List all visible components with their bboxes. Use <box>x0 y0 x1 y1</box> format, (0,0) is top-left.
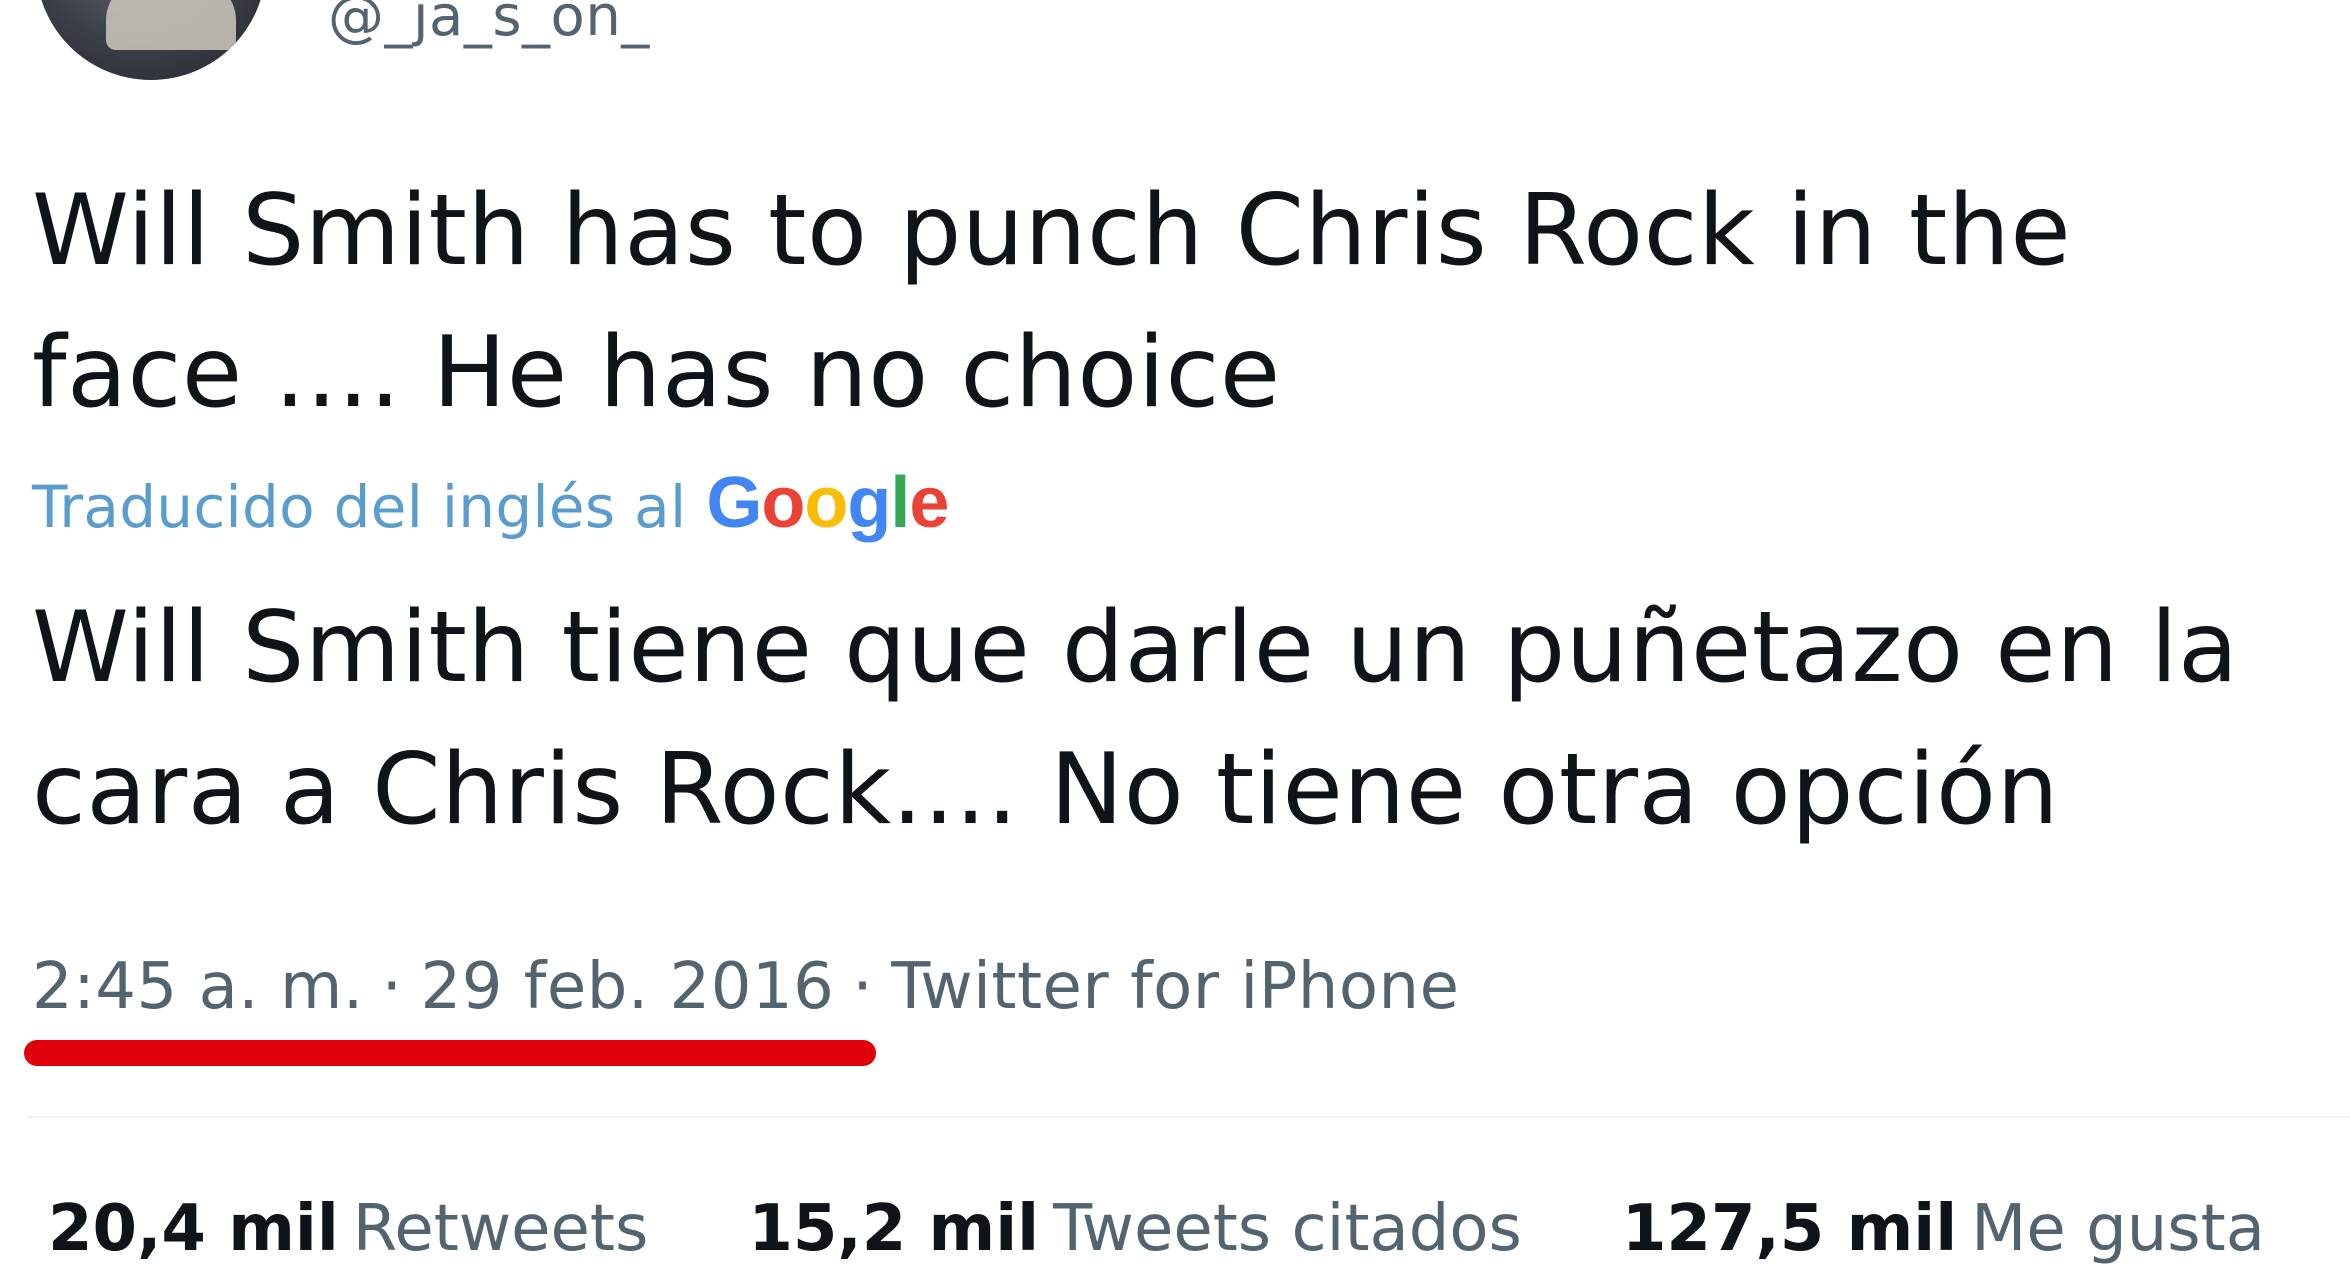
google-logo-letter: l <box>890 463 910 543</box>
stat-label: Me gusta <box>1971 1192 2265 1266</box>
tweet-timestamp[interactable]: 2:45 a. m. <box>32 950 364 1024</box>
likes-stat[interactable]: 127,5 mil Me gusta <box>1622 1192 2265 1266</box>
google-logo-letter: o <box>761 463 805 543</box>
meta-separator: · <box>381 950 403 1024</box>
tweet-translated-text: Will Smith tiene que darle un puñetazo e… <box>32 577 2312 861</box>
avatar-photo-figure <box>106 0 236 50</box>
retweets-stat[interactable]: 20,4 mil Retweets <box>48 1192 648 1266</box>
tweet-text-line: face .... He has no choice <box>32 316 1281 430</box>
stat-label: Retweets <box>352 1192 649 1266</box>
stat-count: 127,5 mil <box>1621 1192 1958 1266</box>
google-logo-letter: e <box>909 463 949 543</box>
google-logo: Google <box>706 462 949 544</box>
translated-from-label: Traducido del inglés al <box>32 473 687 541</box>
author-avatar[interactable] <box>36 0 266 80</box>
red-highlight-underline <box>24 1040 876 1066</box>
translated-text-line: cara a Chris Rock.... No tiene otra opci… <box>32 733 2060 847</box>
stat-count: 15,2 mil <box>748 1192 1040 1266</box>
tweet-original-text: Will Smith has to punch Chris Rock in th… <box>32 160 2312 444</box>
tweet-date[interactable]: 29 feb. 2016 <box>421 950 835 1024</box>
translation-attribution: Traducido del inglés al Google <box>32 462 949 544</box>
google-logo-letter: o <box>804 463 848 543</box>
quote-tweets-stat[interactable]: 15,2 mil Tweets citados <box>748 1192 1522 1266</box>
tweet-source[interactable]: Twitter for iPhone <box>891 950 1459 1024</box>
stat-label: Tweets citados <box>1053 1192 1522 1266</box>
google-logo-letter: g <box>847 463 891 543</box>
divider <box>28 1116 2350 1118</box>
stat-count: 20,4 mil <box>48 1192 339 1266</box>
author-handle[interactable]: @_ja_s_on_ <box>328 0 650 49</box>
translated-text-line: Will Smith tiene que darle un puñetazo e… <box>32 591 2239 705</box>
tweet-text-line: Will Smith has to punch Chris Rock in th… <box>32 174 2072 288</box>
google-logo-letter: G <box>706 463 762 543</box>
meta-separator: · <box>852 950 874 1024</box>
tweet-metadata: 2:45 a. m. · 29 feb. 2016 · Twitter for iPho… <box>32 950 1459 1024</box>
engagement-stats: 20,4 mil Retweets 15,2 mil Tweets citados … <box>48 1192 2350 1266</box>
